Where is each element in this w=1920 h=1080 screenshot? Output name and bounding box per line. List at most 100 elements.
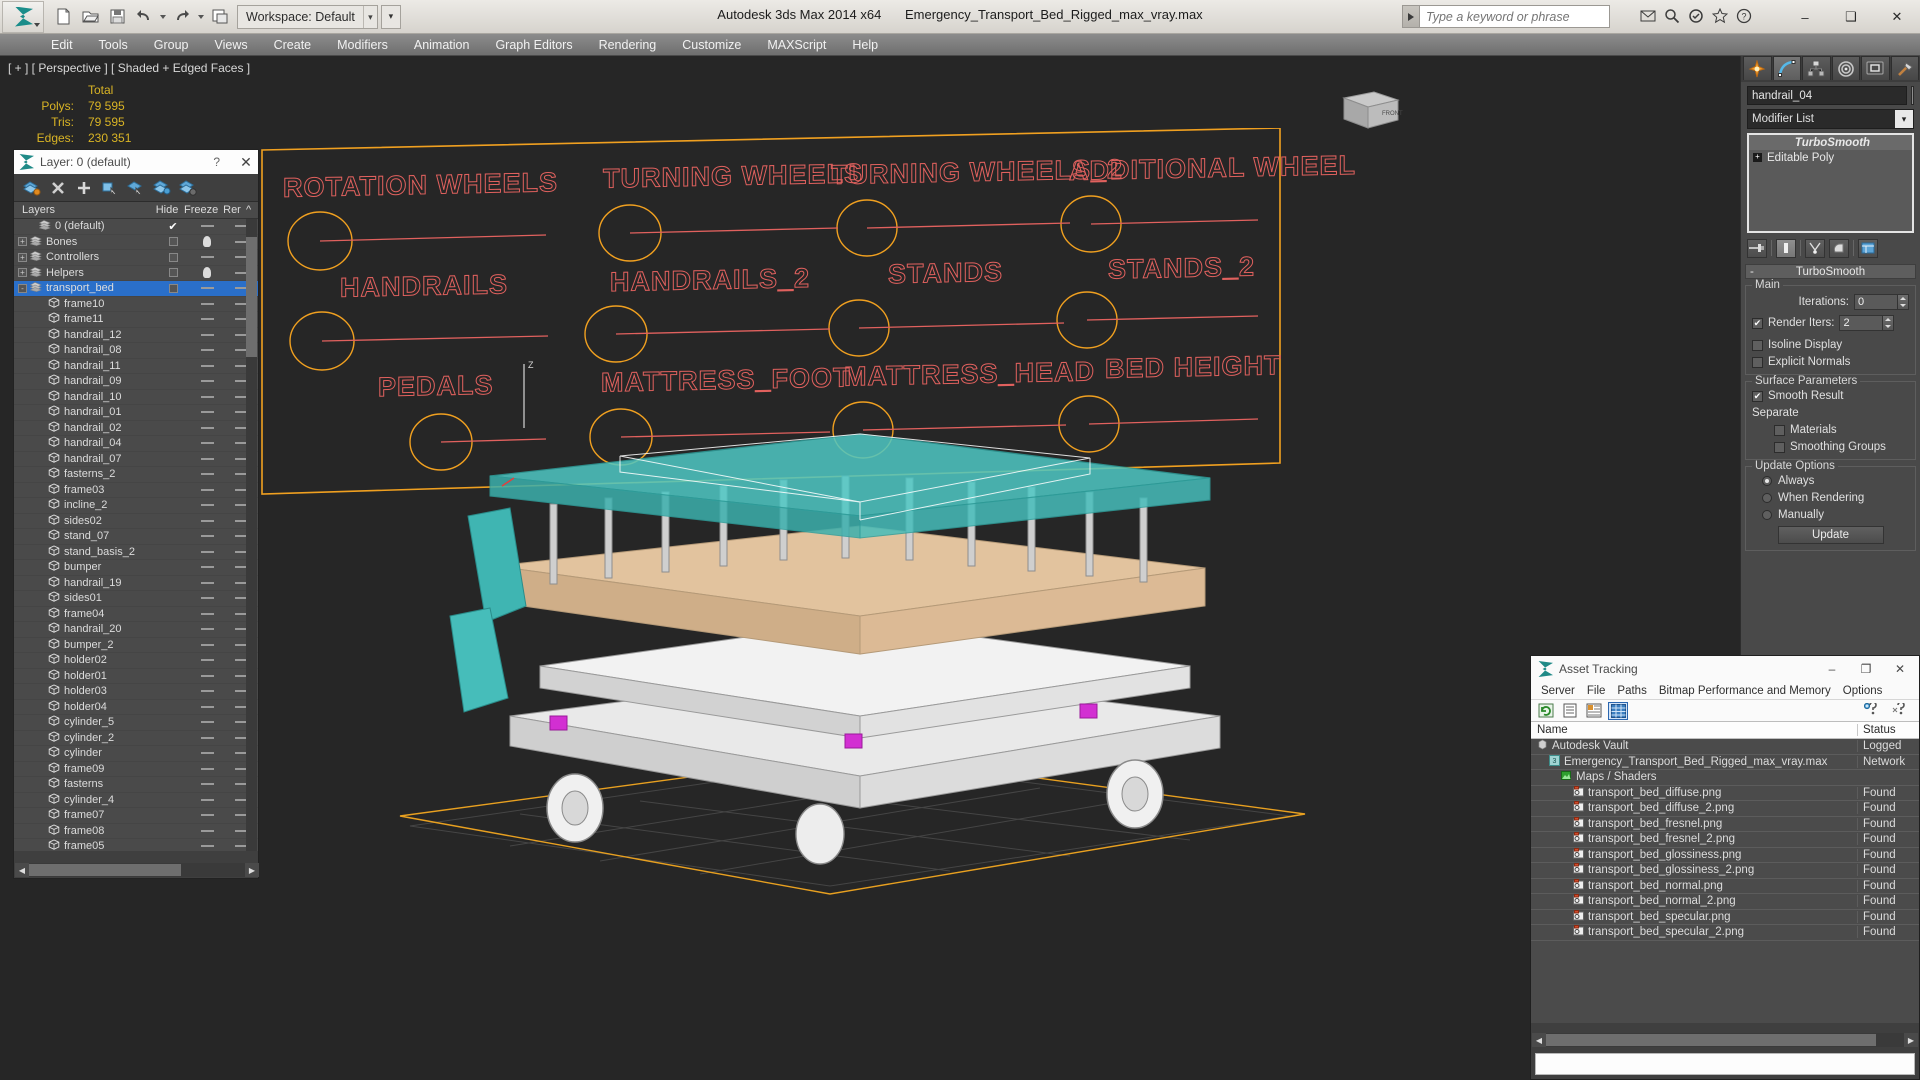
dash-icon[interactable] bbox=[200, 814, 214, 817]
dash-icon[interactable] bbox=[200, 364, 214, 367]
expand-toggle-icon[interactable]: + bbox=[18, 237, 27, 247]
scrollbar-thumb[interactable] bbox=[246, 237, 257, 357]
layer-hide-cell[interactable] bbox=[190, 550, 224, 553]
add-help-icon[interactable] bbox=[1862, 702, 1882, 720]
light-bulb-icon[interactable] bbox=[203, 236, 211, 248]
layer-row[interactable]: cylinder_2 bbox=[14, 731, 258, 746]
always-radio[interactable] bbox=[1762, 476, 1772, 486]
layer-list[interactable]: 0 (default) ✔ + Bones + Controllers + Helpers - t… bbox=[14, 219, 258, 851]
menu-item-help[interactable]: Help bbox=[839, 35, 891, 55]
layer-row[interactable]: holder01 bbox=[14, 669, 258, 684]
layer-row[interactable]: fasterns_2 bbox=[14, 467, 258, 483]
layer-row[interactable]: cylinder_4 bbox=[14, 793, 258, 808]
dash-icon[interactable] bbox=[200, 566, 214, 569]
asset-tracking-title-bar[interactable]: Asset Tracking – ❐ ✕ bbox=[1531, 656, 1919, 682]
tab-display[interactable] bbox=[1861, 56, 1890, 80]
asset-column-name[interactable]: Name bbox=[1531, 724, 1857, 736]
asset-menu-server[interactable]: Server bbox=[1535, 685, 1581, 697]
iterations-spinner[interactable] bbox=[1854, 294, 1909, 310]
delete-layer-icon[interactable] bbox=[48, 178, 68, 198]
dash-icon[interactable] bbox=[200, 674, 214, 677]
layer-row[interactable]: 0 (default) ✔ bbox=[14, 219, 258, 235]
chevron-down-icon[interactable]: ▾ bbox=[362, 5, 377, 28]
dash-icon[interactable] bbox=[200, 721, 214, 724]
layer-hide-cell[interactable] bbox=[190, 783, 224, 786]
grid-view-icon[interactable] bbox=[1608, 701, 1628, 720]
scroll-right-button[interactable]: ▶ bbox=[245, 863, 259, 877]
asset-menu-file[interactable]: File bbox=[1581, 685, 1612, 697]
tab-modify[interactable] bbox=[1772, 56, 1801, 80]
menu-item-rendering[interactable]: Rendering bbox=[586, 35, 670, 55]
layer-row[interactable]: stand_07 bbox=[14, 529, 258, 545]
layer-hide-cell[interactable] bbox=[190, 736, 224, 739]
save-file-icon[interactable] bbox=[104, 4, 130, 30]
column-layers[interactable]: Layers bbox=[14, 204, 150, 216]
layer-hide-cell[interactable] bbox=[190, 225, 224, 228]
layer-hide-cell[interactable] bbox=[190, 426, 224, 429]
asset-minimize-button[interactable]: – bbox=[1815, 657, 1849, 681]
layer-hide-cell[interactable] bbox=[190, 721, 224, 724]
dash-icon[interactable] bbox=[200, 457, 214, 460]
dash-icon[interactable] bbox=[200, 798, 214, 801]
dash-icon[interactable] bbox=[200, 225, 214, 228]
dash-icon[interactable] bbox=[200, 550, 214, 553]
rollout-collapse-icon[interactable]: - bbox=[1750, 265, 1754, 280]
viewport-label[interactable]: [ + ] [ Perspective ] [ Shaded + Edged F… bbox=[8, 61, 250, 75]
rollout-header[interactable]: - TurboSmooth bbox=[1745, 264, 1916, 279]
iterations-input[interactable] bbox=[1854, 294, 1898, 310]
transport-bed-model[interactable] bbox=[390, 416, 1320, 916]
menu-item-maxscript[interactable]: MAXScript bbox=[754, 35, 839, 55]
layer-hide-cell[interactable] bbox=[190, 473, 224, 476]
isoline-display-checkbox[interactable] bbox=[1752, 339, 1763, 351]
dash-icon[interactable] bbox=[200, 628, 214, 631]
layer-row[interactable]: incline_2 bbox=[14, 498, 258, 514]
layer-active-cell[interactable] bbox=[156, 252, 190, 262]
layer-row[interactable]: stand_basis_2 bbox=[14, 545, 258, 560]
layer-row[interactable]: cylinder bbox=[14, 746, 258, 762]
dash-icon[interactable] bbox=[200, 783, 214, 786]
layer-hide-cell[interactable] bbox=[190, 236, 224, 248]
layer-hide-cell[interactable] bbox=[190, 333, 224, 336]
layer-hide-cell[interactable] bbox=[190, 659, 224, 662]
asset-row[interactable]: transport_bed_glossiness_2.png Found bbox=[1531, 863, 1919, 879]
object-color-swatch[interactable] bbox=[1911, 86, 1914, 105]
explicit-normals-row[interactable]: Explicit Normals bbox=[1752, 356, 1909, 368]
layer-row[interactable]: frame07 bbox=[14, 808, 258, 824]
layer-hide-cell[interactable] bbox=[190, 752, 224, 755]
layer-row[interactable]: cylinder_5 bbox=[14, 715, 258, 731]
layer-active-cell[interactable] bbox=[156, 268, 190, 278]
make-unique-icon[interactable] bbox=[1805, 238, 1825, 258]
update-option-always[interactable]: Always bbox=[1752, 475, 1909, 487]
dash-icon[interactable] bbox=[200, 845, 214, 848]
asset-scroll-left-button[interactable]: ◀ bbox=[1532, 1033, 1546, 1047]
hscrollbar-thumb[interactable] bbox=[29, 864, 181, 876]
app-menu-button[interactable] bbox=[2, 0, 44, 33]
layer-row[interactable]: fasterns bbox=[14, 777, 258, 793]
new-file-icon[interactable] bbox=[50, 4, 76, 30]
spinner-arrows-icon[interactable] bbox=[1883, 315, 1895, 331]
layer-row[interactable]: handrail_19 bbox=[14, 576, 258, 591]
workspace-selector[interactable]: Workspace: Default ▾ bbox=[237, 4, 378, 29]
open-file-icon[interactable] bbox=[77, 4, 103, 30]
tab-hierarchy[interactable] bbox=[1802, 56, 1831, 80]
layer-hide-cell[interactable] bbox=[190, 814, 224, 817]
configure-modifier-sets-icon[interactable] bbox=[1858, 238, 1878, 258]
undo-icon[interactable] bbox=[131, 4, 157, 30]
layer-hide-cell[interactable] bbox=[190, 643, 224, 646]
close-icon[interactable]: ✕ bbox=[238, 154, 254, 171]
checkbox-icon[interactable] bbox=[168, 283, 178, 293]
column-render[interactable]: Rer bbox=[218, 204, 246, 216]
layer-row[interactable]: sides01 bbox=[14, 591, 258, 607]
menu-item-create[interactable]: Create bbox=[261, 35, 325, 55]
asset-row[interactable]: Autodesk Vault Logged bbox=[1531, 739, 1919, 755]
dash-icon[interactable] bbox=[200, 473, 214, 476]
layer-hide-cell[interactable] bbox=[190, 318, 224, 321]
search-input[interactable] bbox=[1420, 5, 1610, 28]
dash-icon[interactable] bbox=[200, 504, 214, 507]
maximize-button[interactable]: ❑ bbox=[1828, 0, 1874, 34]
dash-icon[interactable] bbox=[200, 659, 214, 662]
layer-active-cell[interactable]: ✔ bbox=[156, 220, 190, 233]
dash-icon[interactable] bbox=[200, 333, 214, 336]
layer-row[interactable]: handrail_08 bbox=[14, 343, 258, 359]
pin-stack-icon[interactable] bbox=[1747, 238, 1767, 258]
